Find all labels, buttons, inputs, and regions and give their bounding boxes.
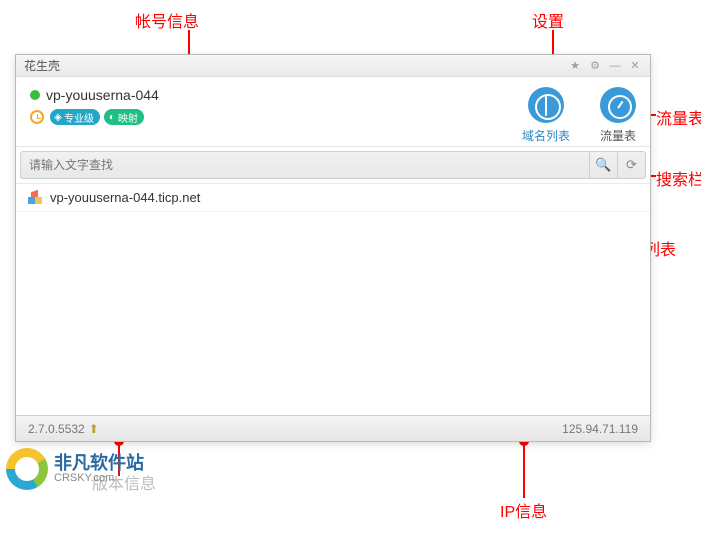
- nav-traffic[interactable]: 流量表: [600, 87, 636, 144]
- titlebar: 花生壳 ★ ⚙ — ✕: [16, 55, 650, 77]
- app-window: 花生壳 ★ ⚙ — ✕ vp-youuserna-044 ◈ 专业级 ◐: [15, 54, 651, 442]
- annotation-ip-info: IP信息: [500, 498, 547, 522]
- bookmark-icon[interactable]: ★: [568, 59, 582, 73]
- gauge-icon: [600, 87, 636, 123]
- status-online-icon: [30, 90, 40, 100]
- account-info: vp-youuserna-044 ◈ 专业级 ◐ 映射: [30, 87, 159, 125]
- status-bar: 2.7.0.5532 ⬆ 125.94.71.119: [16, 415, 650, 441]
- domain-row[interactable]: vp-youuserna-044.ticp.net: [16, 184, 650, 212]
- nav-domain-list-label: 域名列表: [522, 127, 570, 144]
- refresh-icon: ⟳: [626, 157, 637, 173]
- badge-map-icon: ◐: [105, 109, 119, 125]
- version-text: 2.7.0.5532: [28, 422, 85, 436]
- leader-ip-info: [523, 444, 525, 498]
- window-controls: ★ ⚙ — ✕: [568, 59, 642, 73]
- header-nav: 域名列表 流量表: [522, 87, 636, 144]
- nav-domain-list[interactable]: 域名列表: [522, 87, 570, 144]
- ip-address: 125.94.71.119: [562, 422, 638, 436]
- nav-traffic-label: 流量表: [600, 127, 636, 144]
- search-input[interactable]: [21, 158, 589, 172]
- search-button[interactable]: 🔍: [589, 152, 617, 178]
- update-available-icon[interactable]: ⬆: [89, 422, 99, 436]
- badge-map: ◐ 映射: [104, 109, 144, 125]
- refresh-button[interactable]: ⟳: [617, 152, 645, 178]
- globe-icon: [528, 87, 564, 123]
- domain-list: vp-youuserna-044.ticp.net: [16, 183, 650, 411]
- minimize-icon[interactable]: —: [608, 59, 622, 73]
- search-icon: 🔍: [595, 157, 611, 173]
- watermark-cn: 非凡软件站: [54, 454, 144, 473]
- annotation-traffic: 流量表: [656, 105, 701, 129]
- header: vp-youuserna-044 ◈ 专业级 ◐ 映射 域名列表: [16, 77, 650, 147]
- badge-pro-label: 专业级: [64, 110, 94, 125]
- badge-pro: ◈ 专业级: [50, 109, 100, 125]
- annotation-settings: 设置: [532, 8, 564, 32]
- badge-map-label: 映射: [118, 110, 138, 125]
- domain-host: vp-youuserna-044.ticp.net: [50, 190, 200, 205]
- badge-pro-icon: ◈: [51, 109, 65, 125]
- clock-icon: [30, 110, 44, 124]
- account-name: vp-youuserna-044: [46, 87, 159, 103]
- close-icon[interactable]: ✕: [628, 59, 642, 73]
- settings-gear-icon[interactable]: ⚙: [588, 59, 602, 73]
- search-bar: 🔍 ⟳: [20, 151, 646, 179]
- watermark-en: CRSKY.com: [54, 473, 144, 485]
- watermark-logo: 非凡软件站 CRSKY.com: [6, 448, 144, 490]
- annotation-search: 搜索栏: [656, 166, 701, 190]
- app-title: 花生壳: [24, 57, 568, 74]
- annotation-account-info: 帐号信息: [135, 8, 199, 32]
- cube-icon: [28, 191, 42, 205]
- version-info: 2.7.0.5532 ⬆: [28, 422, 99, 436]
- watermark-swirl-icon: [6, 448, 48, 490]
